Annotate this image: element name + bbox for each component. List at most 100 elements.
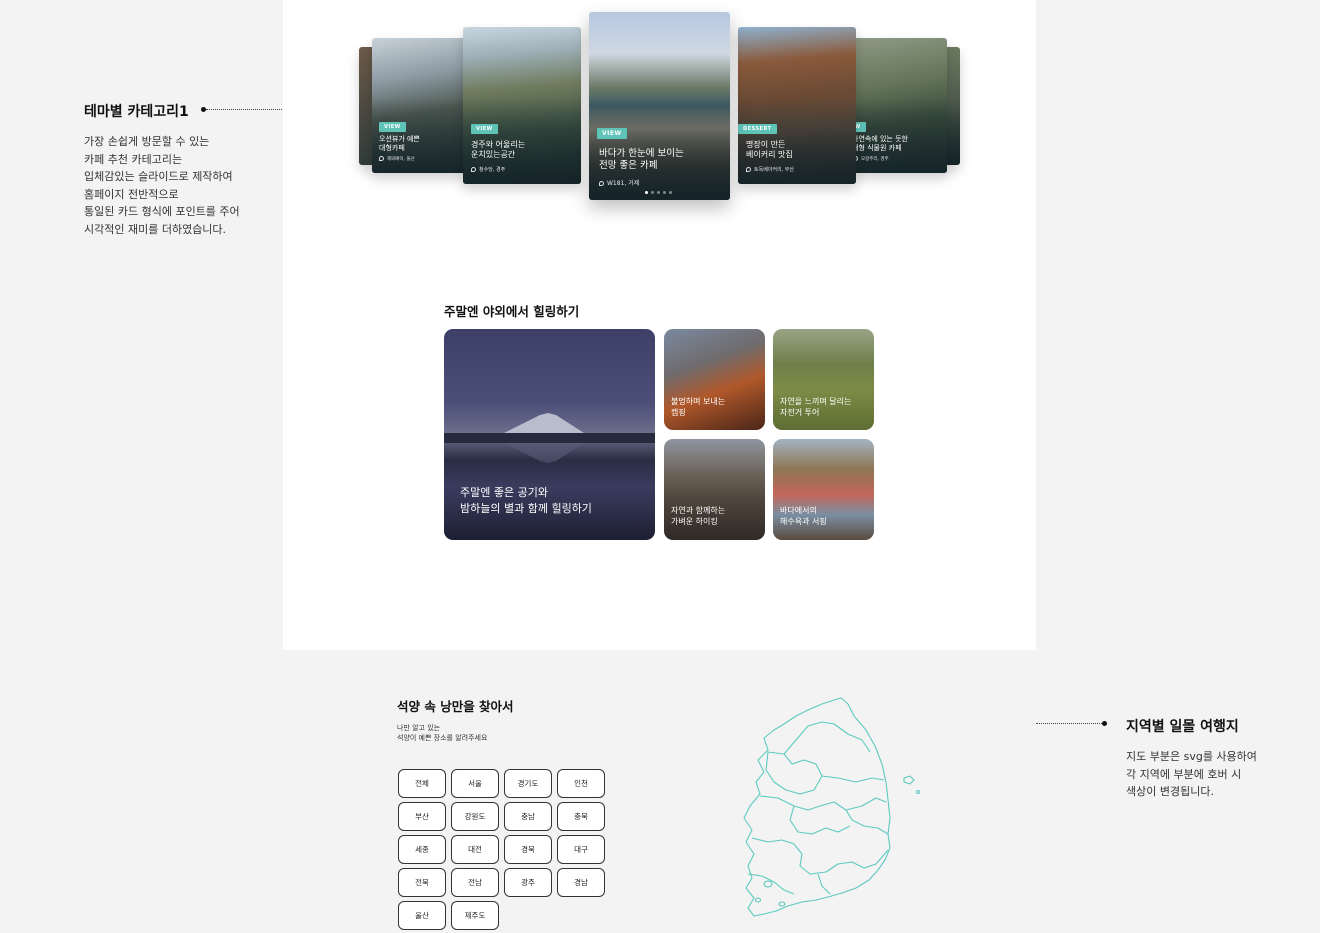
healing-card-bike-tour[interactable]: 자연을 느끼며 달리는 자전거 투어 (773, 329, 874, 430)
slide-title: 명장이 만든 베이커리 맛집 (746, 140, 793, 160)
region-filter-button[interactable]: 경북 (504, 835, 552, 864)
slide-card-ocean-cafe[interactable]: VIEW 오션뷰가 예쁜 대형카페 해와배이, 울산 (372, 38, 468, 173)
pagination-dot[interactable] (657, 191, 660, 194)
region-filter-button[interactable]: 세종 (398, 835, 446, 864)
region-filter-button[interactable]: 경기도 (504, 769, 552, 798)
region-filter-button[interactable]: 강원도 (451, 802, 499, 831)
pagination-dot[interactable] (645, 191, 648, 194)
healing-card-line: 자연과 함께하는 (671, 506, 726, 515)
annotation-theme-category: 테마별 카테고리1 가장 손쉽게 방문할 수 있는 카페 추천 카테고리는 입체… (84, 101, 284, 238)
healing-card-text: 바다에서의 해수욕과 서핑 (780, 505, 827, 527)
region-filter-button[interactable]: 서울 (451, 769, 499, 798)
slide-tag: VIEW (471, 124, 498, 134)
region-filter-button[interactable]: 대구 (557, 835, 605, 864)
slide-tag: DESSERT (738, 124, 777, 134)
healing-card-surfing[interactable]: 바다에서의 해수욕과 서핑 (773, 439, 874, 540)
annotation-line: 지도 부분은 svg를 사용하여 (1126, 750, 1257, 763)
slide-location: 해와배이, 울산 (379, 156, 415, 162)
healing-card-line: 캠핑 (671, 408, 686, 417)
annotation-title: 지역별 일몰 여행지 (1126, 719, 1239, 735)
healing-card-text: 주말엔 좋은 공기와 밤하늘의 별과 함께 힐링하기 (460, 485, 592, 517)
region-filter-button[interactable]: 대전 (451, 835, 499, 864)
region-filter-button[interactable]: 충남 (504, 802, 552, 831)
slide-card-geoje-cafe[interactable]: VIEW 바다가 한눈에 보이는 전망 좋은 카페 W181, 거제 (589, 12, 730, 200)
slide-title-line: 바다가 한눈에 보이는 (599, 148, 684, 159)
slide-title-line: 대형카페 (379, 144, 405, 152)
region-filter-button[interactable]: 전남 (451, 868, 499, 897)
annotation-pointer-line (206, 109, 284, 110)
slide-title-line: 대형 식물원 카페 (852, 144, 902, 152)
healing-card-line: 불멍하며 보내는 (671, 397, 726, 406)
annotation-line: 시각적인 재미를 더하였습니다. (84, 222, 227, 236)
healing-card-stargazing[interactable]: 주말엔 좋은 공기와 밤하늘의 별과 함께 힐링하기 (444, 329, 655, 540)
healing-card-line: 주말엔 좋은 공기와 (460, 486, 548, 499)
slide-tag: VIEW (379, 122, 406, 132)
annotation-line: 입체감있는 슬라이드로 제작하여 (84, 170, 233, 183)
region-filter-button[interactable]: 전북 (398, 868, 446, 897)
slide-card-botanical-cafe[interactable]: VIEW 자연속에 있는 듯한 대형 식물원 카페 오랑주리, 경주 (851, 38, 947, 173)
pagination-dot[interactable] (669, 191, 672, 194)
annotation-line: 카페 추천 카테고리는 (84, 152, 183, 166)
healing-card-line: 자연을 느끼며 달리는 (780, 397, 852, 406)
healing-card-line: 밤하늘의 별과 함께 힐링하기 (460, 502, 592, 515)
slide-title-line: 전망 좋은 카페 (599, 160, 658, 171)
slide-card-gyeongju-cafe[interactable]: VIEW 경주와 어울리는 운치있는공간 청수당, 경주 (463, 27, 581, 184)
region-filter-button[interactable]: 광주 (504, 868, 552, 897)
healing-card-text: 자연과 함께하는 가벼운 하이킹 (671, 505, 725, 527)
page-mockup: VIEW 오션뷰가 예쁜 대형카페 해와배이, 울산 VIEW 자연속에 있는 … (283, 0, 1036, 933)
subtitle-line: 나만 알고 있는 (397, 724, 441, 732)
slide-title: 바다가 한눈에 보이는 전망 좋은 카페 (599, 148, 684, 172)
region-filter-button[interactable]: 제주도 (451, 901, 499, 930)
region-filter-button[interactable]: 울산 (398, 901, 446, 930)
cafe-slider: VIEW 오션뷰가 예쁜 대형카페 해와배이, 울산 VIEW 자연속에 있는 … (283, 0, 1036, 240)
slider-pagination (645, 191, 672, 194)
sunset-section-subtitle: 나만 알고 있는 석양이 예쁜 장소를 알려주세요 (397, 724, 487, 743)
region-filter-grid: 전체 서울 경기도 인천부산 강원도 충남 충북세종 대전 경북 대구전북 전남 광주 경남울산 제주도 (398, 769, 608, 931)
healing-card-line: 자전거 투어 (780, 408, 820, 417)
slide-title-line: 경주와 어울리는 (471, 140, 526, 149)
location-pin-icon (599, 181, 604, 186)
slide-title-line: 오션뷰가 예쁜 (379, 135, 420, 143)
location-pin-icon (746, 167, 751, 172)
pagination-dot[interactable] (663, 191, 666, 194)
slide-tag: VIEW (597, 128, 627, 139)
annotation-line: 가장 손쉽게 방문할 수 있는 (84, 135, 210, 148)
annotation-pointer-dot (1102, 721, 1107, 726)
healing-card-hiking[interactable]: 자연과 함께하는 가벼운 하이킹 (664, 439, 765, 540)
annotation-title: 테마별 카테고리1 (84, 104, 189, 120)
annotation-body: 지도 부분은 svg를 사용하여 각 지역에 부분에 호버 시 색상이 변경됩니… (1126, 748, 1316, 801)
slide-title: 자연속에 있는 듯한 대형 식물원 카페 (852, 135, 908, 153)
slide-title-line: 베이커리 맛집 (746, 150, 793, 159)
slide-location: 토독베이커리, 부산 (746, 166, 794, 173)
slide-title: 경주와 어울리는 운치있는공간 (471, 140, 525, 160)
annotation-line: 통일된 카드 형식에 포인트를 주어 (84, 205, 240, 218)
healing-card-camping[interactable]: 불멍하며 보내는 캠핑 (664, 329, 765, 430)
region-filter-button[interactable]: 전체 (398, 769, 446, 798)
location-pin-icon (379, 156, 384, 161)
slide-location-text: 청수당, 경주 (479, 167, 506, 173)
sunset-section-title: 석양 속 낭만을 찾아서 (397, 699, 514, 714)
annotation-line: 홈페이지 전반적으로 (84, 187, 179, 201)
healing-card-line: 바다에서의 (780, 506, 817, 515)
slide-location-text: W181, 거제 (607, 180, 640, 187)
korea-map[interactable] (738, 694, 938, 924)
healing-section-title: 주말엔 야외에서 힐링하기 (444, 304, 580, 319)
slide-location: 오랑주리, 경주 (853, 156, 889, 162)
slide-location-text: 오랑주리, 경주 (861, 157, 889, 162)
slide-card-bakery[interactable]: DESSERT 명장이 만든 베이커리 맛집 토독베이커리, 부산 (738, 27, 856, 184)
slide-location-text: 토독베이커리, 부산 (754, 167, 794, 173)
pagination-dot[interactable] (651, 191, 654, 194)
region-filter-button[interactable]: 경남 (557, 868, 605, 897)
region-filter-button[interactable]: 부산 (398, 802, 446, 831)
region-filter-button[interactable]: 인천 (557, 769, 605, 798)
slide-location-text: 해와배이, 울산 (387, 157, 415, 162)
location-pin-icon (471, 167, 476, 172)
slide-title-line: 운치있는공간 (471, 150, 516, 159)
healing-card-text: 자연을 느끼며 달리는 자전거 투어 (780, 396, 851, 418)
region-filter-button[interactable]: 충북 (557, 802, 605, 831)
annotation-line: 각 지역에 부분에 호버 시 (1126, 767, 1242, 781)
annotation-sunset-map: 지역별 일몰 여행지 지도 부분은 svg를 사용하여 각 지역에 부분에 호버… (1126, 716, 1316, 801)
annotation-line: 색상이 변경됩니다. (1126, 785, 1214, 798)
slide-title-line: 자연속에 있는 듯한 (852, 135, 908, 143)
slide-location: W181, 거제 (599, 178, 639, 187)
